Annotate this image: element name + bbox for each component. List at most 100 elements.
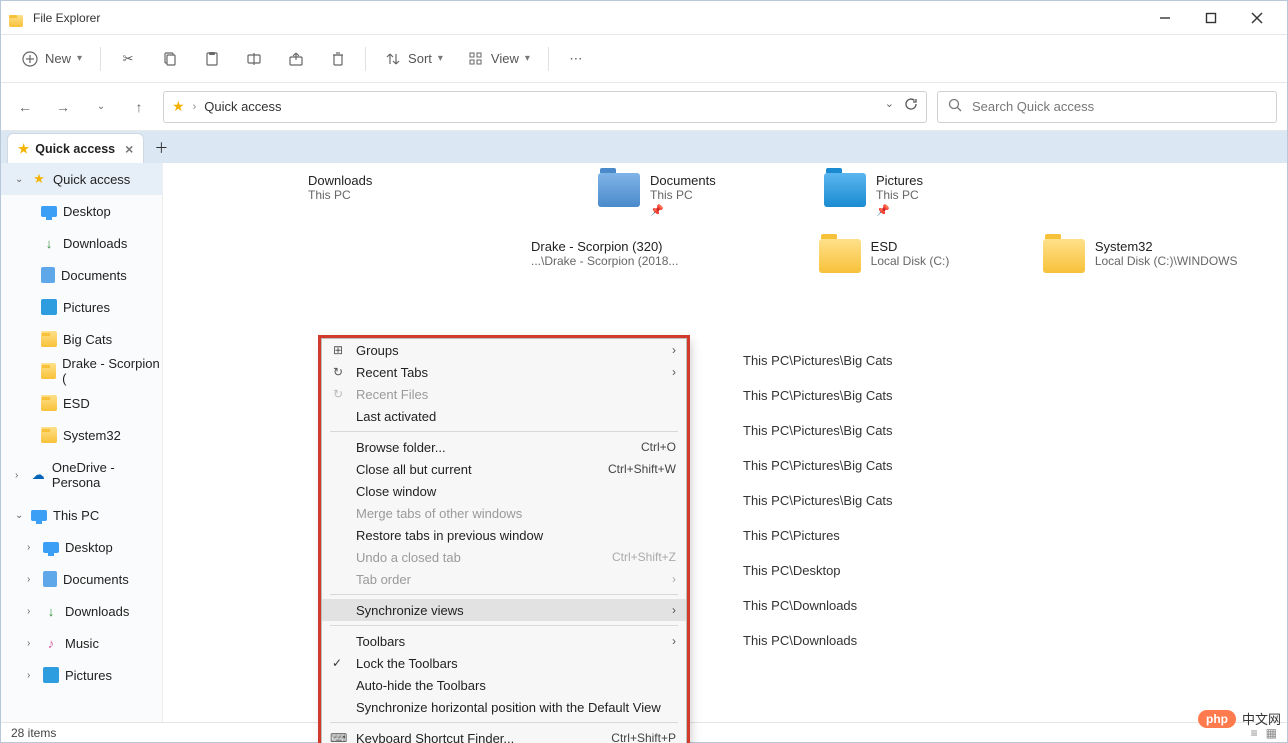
folder-item-documents[interactable]: Documents This PC 📌 [598,173,824,217]
tab-quick-access[interactable]: ★ Quick access × [7,133,144,163]
sidebar-label: System32 [63,428,121,443]
recent-button[interactable]: ⌄ [87,93,115,121]
view-icon [467,50,485,68]
ctx-keyboard-shortcut[interactable]: ⌨Keyboard Shortcut Finder...Ctrl+Shift+P [322,727,686,743]
folder-item-pictures[interactable]: Pictures This PC 📌 [824,173,1050,217]
recent-path[interactable]: This PC\Pictures\Big Cats [743,413,1143,448]
breadcrumb[interactable]: Quick access [204,99,281,114]
cut-button[interactable]: ✂ [109,42,147,76]
body: ⌄ ★ Quick access Desktop ↓Downloads Docu… [1,163,1287,724]
sidebar-item-tp-desktop[interactable]: ›Desktop [1,531,162,563]
sidebar-item-pictures[interactable]: Pictures [1,291,162,323]
view-button[interactable]: View ▾ [457,42,540,76]
search-input[interactable]: Search Quick access [937,91,1277,123]
back-button[interactable]: ← [11,93,39,121]
close-icon[interactable]: × [125,141,133,157]
copy-button[interactable] [151,42,189,76]
folder-icon [824,173,866,207]
ctx-sync-horiz[interactable]: Synchronize horizontal position with the… [322,696,686,718]
recent-path[interactable]: This PC\Pictures [743,518,1143,553]
chevron-down-icon: ▾ [525,53,530,64]
delete-button[interactable] [319,42,357,76]
toolbar: New ▾ ✂ Sort ▾ View ▾ ⋯ [1,35,1287,83]
folder-item-drake[interactable]: Drake - Scorpion (320) ...\Drake - Scorp… [531,239,819,273]
sidebar-item-tp-music[interactable]: ›♪Music [1,627,162,659]
sidebar-item-system32[interactable]: System32 [1,419,162,451]
ctx-sync-views[interactable]: Synchronize views› [322,599,686,621]
recent-path[interactable]: This PC\Pictures\Big Cats [743,483,1143,518]
new-tab-button[interactable]: ＋ [150,137,172,159]
ctx-recent-tabs[interactable]: ↻Recent Tabs› [322,361,686,383]
ctx-toolbars[interactable]: Toolbars› [322,630,686,652]
forward-button[interactable]: → [49,93,77,121]
sort-label: Sort [408,51,432,66]
sidebar-item-thispc[interactable]: ⌄This PC [1,499,162,531]
paste-button[interactable] [193,42,231,76]
recent-path[interactable]: This PC\Downloads [743,623,1143,658]
chevron-down-icon: ▾ [77,53,82,64]
ctx-close-window[interactable]: Close window [322,480,686,502]
file-explorer-window: File Explorer New ▾ ✂ [0,0,1288,743]
separator [330,625,678,626]
groups-icon: ⊞ [330,343,346,357]
folder-name: Documents [650,173,716,188]
recent-path[interactable]: This PC\Desktop [743,553,1143,588]
sort-button[interactable]: Sort ▾ [374,42,453,76]
sidebar-item-desktop[interactable]: Desktop [1,195,162,227]
sidebar-item-tp-documents[interactable]: ›Documents [1,563,162,595]
download-icon: ↓ [41,235,57,251]
rename-button[interactable] [235,42,273,76]
desktop-icon [41,206,57,217]
folder-item-esd[interactable]: ESD Local Disk (C:) [819,239,1043,273]
sidebar-item-downloads[interactable]: ↓Downloads [1,227,162,259]
folder-item-system32[interactable]: System32 Local Disk (C:)\WINDOWS [1043,239,1267,273]
pc-icon [31,510,47,521]
recent-path[interactable]: This PC\Pictures\Big Cats [743,378,1143,413]
ctx-autohide-toolbars[interactable]: Auto-hide the Toolbars [322,674,686,696]
recent-files-paths: This PC\Pictures\Big Cats This PC\Pictur… [743,343,1143,658]
document-icon [41,267,55,283]
sidebar-item-bigcats[interactable]: Big Cats [1,323,162,355]
share-button[interactable] [277,42,315,76]
copy-icon [161,50,179,68]
ctx-last-activated[interactable]: Last activated [322,405,686,427]
sidebar-item-tp-downloads[interactable]: ›↓Downloads [1,595,162,627]
sidebar-label: Quick access [53,172,130,187]
sidebar-item-quick-access[interactable]: ⌄ ★ Quick access [1,163,162,195]
sidebar-item-onedrive[interactable]: ›☁OneDrive - Persona [1,459,162,491]
more-button[interactable]: ⋯ [557,42,595,76]
close-button[interactable] [1235,3,1279,33]
star-icon: ★ [172,98,185,115]
search-placeholder: Search Quick access [972,99,1094,114]
music-icon: ♪ [43,635,59,651]
sidebar-item-esd[interactable]: ESD [1,387,162,419]
maximize-button[interactable] [1189,3,1233,33]
pin-icon: 📌 [650,204,716,217]
watermark: php 中文网 [1198,709,1281,728]
chevron-right-icon: › [672,365,676,379]
recent-path[interactable]: This PC\Pictures\Big Cats [743,343,1143,378]
sidebar-item-documents[interactable]: Documents [1,259,162,291]
up-button[interactable]: ↑ [125,93,153,121]
ctx-lock-toolbars[interactable]: Lock the Toolbars [322,652,686,674]
recent-path[interactable]: This PC\Downloads [743,588,1143,623]
chevron-down-icon[interactable]: ⌄ [885,97,894,116]
sidebar-label: Pictures [63,300,110,315]
new-button[interactable]: New ▾ [11,42,92,76]
sidebar-item-drake[interactable]: Drake - Scorpion ( [1,355,162,387]
recent-path[interactable]: This PC\Pictures\Big Cats [743,448,1143,483]
ctx-groups[interactable]: ⊞Groups› [322,339,686,361]
ctx-browse-folder[interactable]: Browse folder...Ctrl+O [322,436,686,458]
folder-icon [1043,239,1085,273]
ctx-restore-tabs[interactable]: Restore tabs in previous window [322,524,686,546]
folder-item-downloads[interactable]: Downloads This PC [308,173,598,217]
minimize-button[interactable] [1143,3,1187,33]
addressbar[interactable]: ★ › Quick access ⌄ [163,91,927,123]
sidebar-item-tp-pictures[interactable]: ›Pictures [1,659,162,691]
refresh-button[interactable] [904,97,918,116]
share-icon [287,50,305,68]
history-icon: ↻ [330,387,346,401]
app-icon [9,10,25,26]
sort-icon [384,50,402,68]
ctx-close-all-but[interactable]: Close all but currentCtrl+Shift+W [322,458,686,480]
